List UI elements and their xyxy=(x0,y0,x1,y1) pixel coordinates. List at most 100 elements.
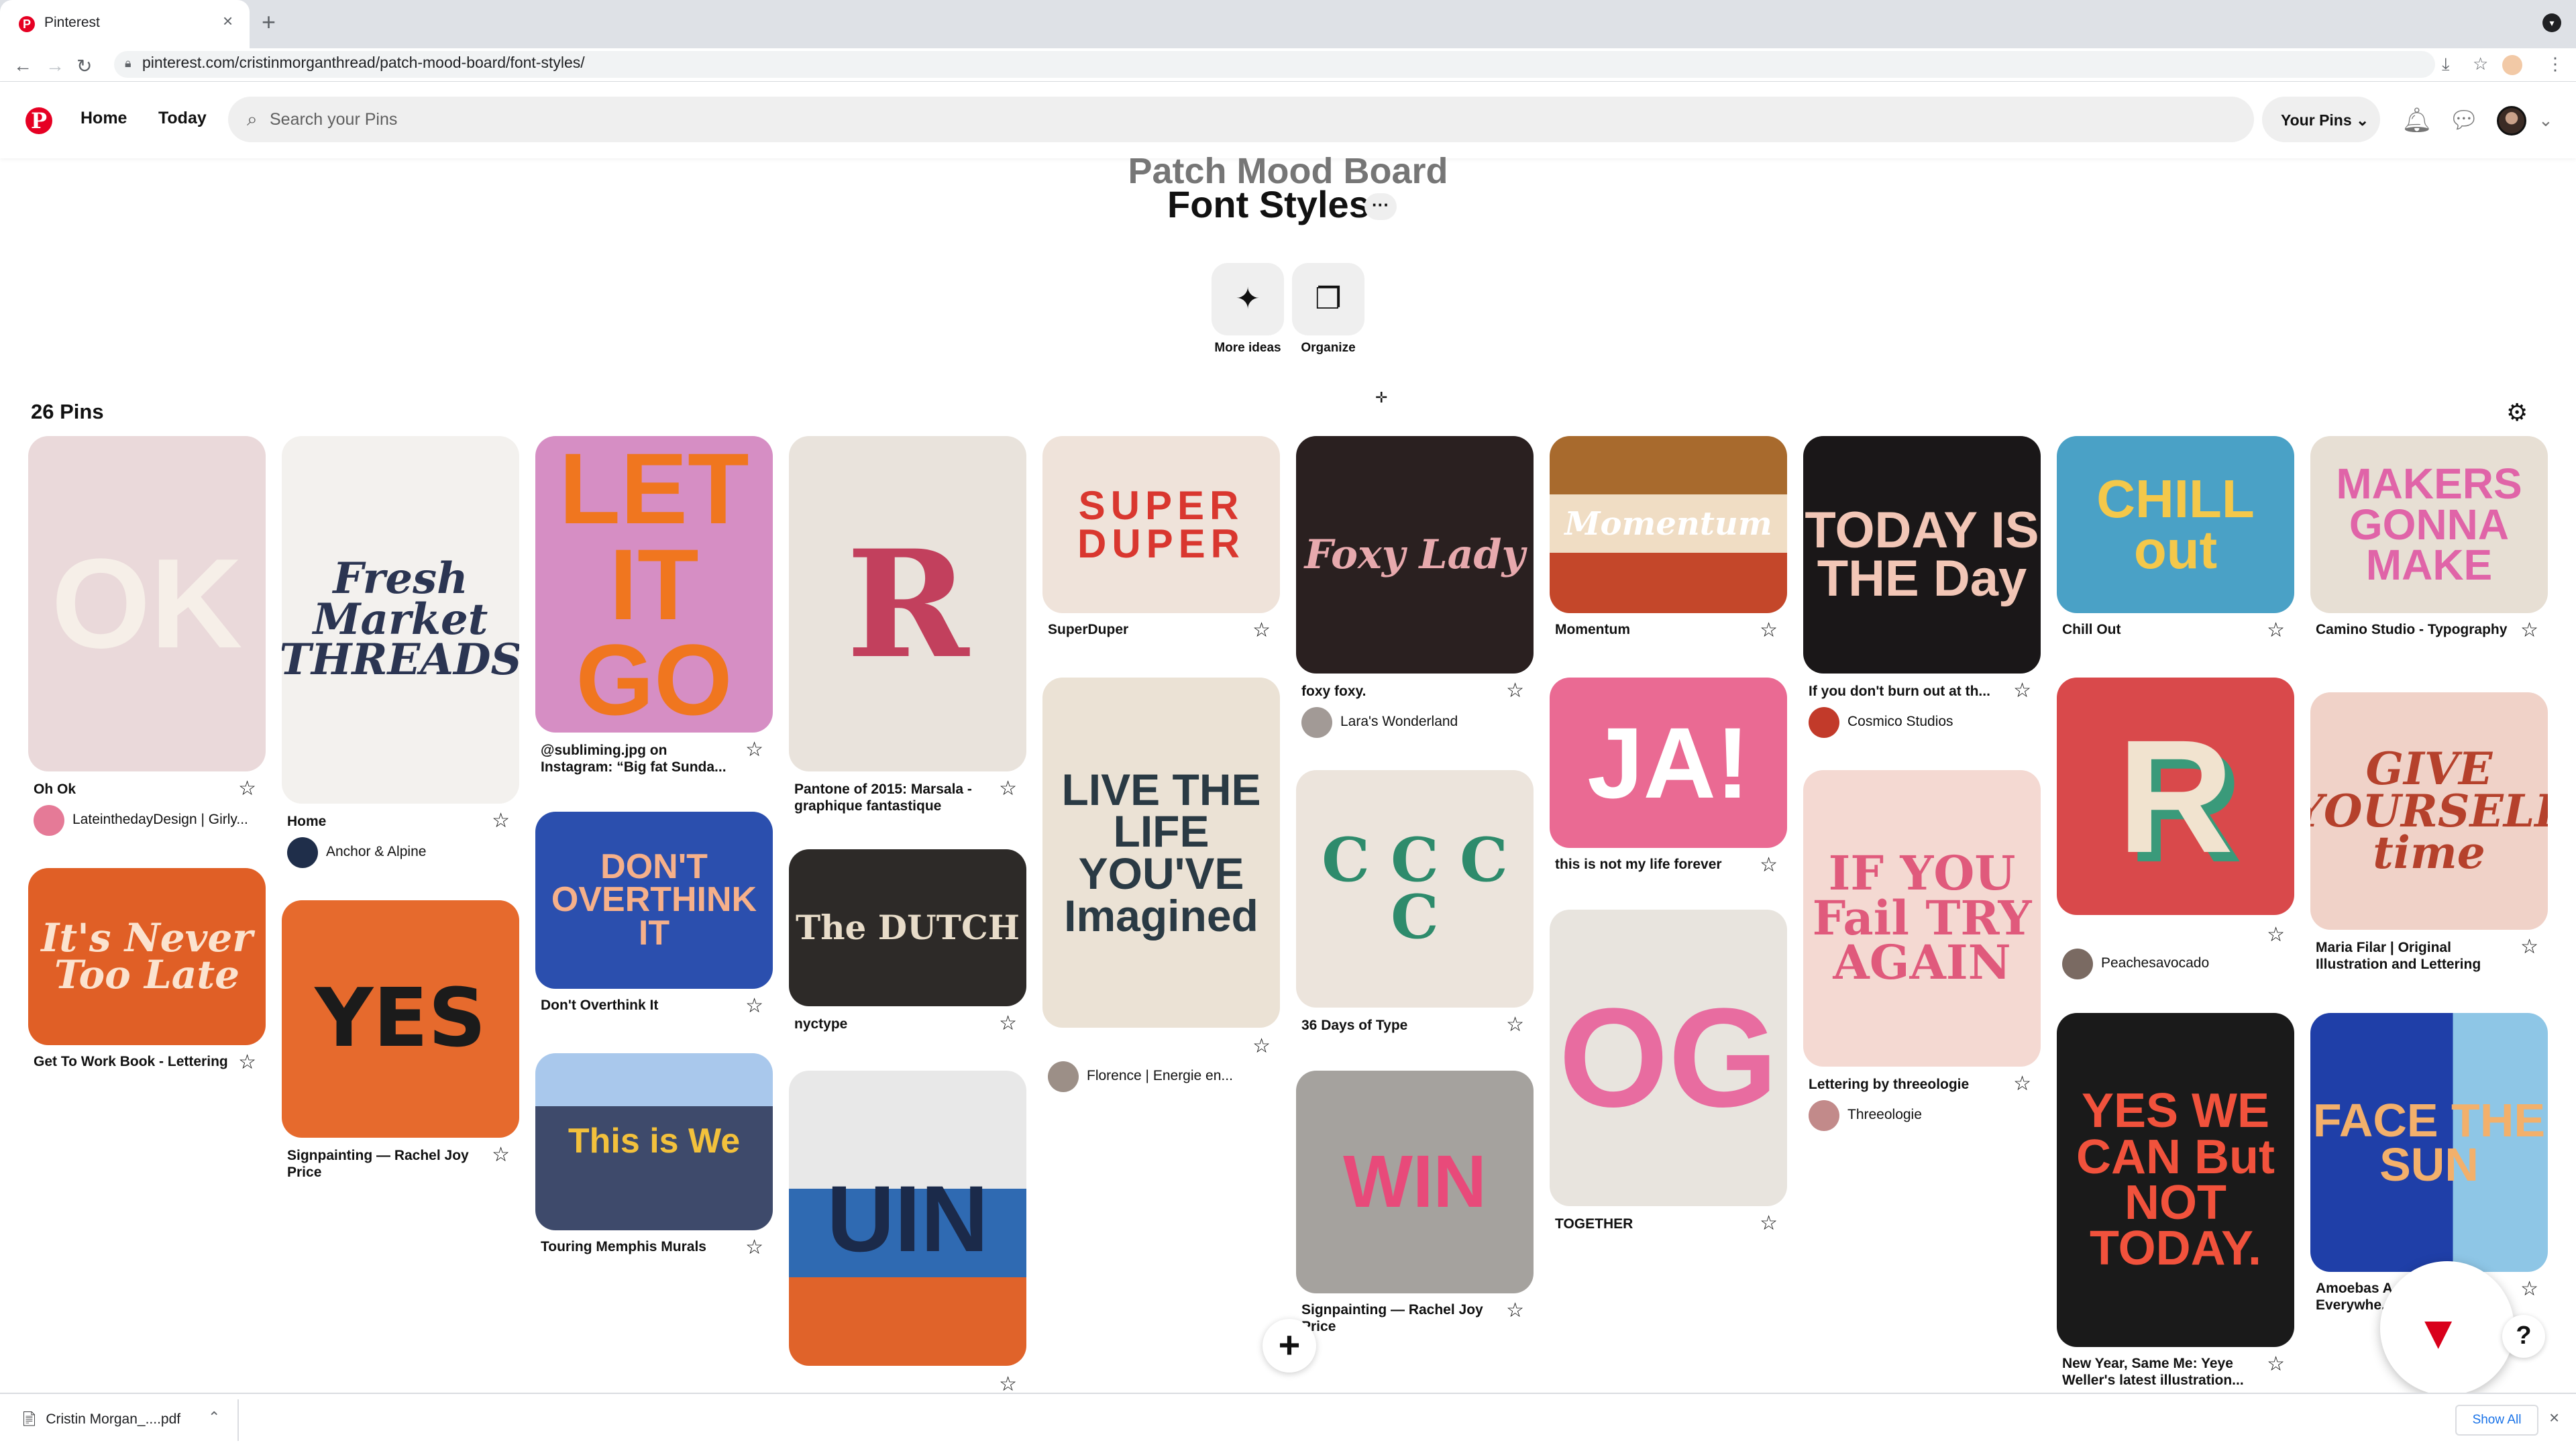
save-star-icon[interactable]: ☆ xyxy=(2267,619,2285,642)
save-star-icon[interactable]: ☆ xyxy=(745,738,763,761)
download-options-chevron-icon[interactable]: ⌃ xyxy=(208,1409,220,1426)
pin-image[interactable]: SUPER DUPER xyxy=(1042,436,1280,613)
organize-button[interactable]: ❐ xyxy=(1292,263,1364,335)
pin-image[interactable]: JA! xyxy=(1550,678,1787,848)
save-star-icon[interactable]: ☆ xyxy=(238,777,256,800)
pin-title[interactable]: Signpainting — Rachel Joy Price xyxy=(287,1147,482,1181)
pin-title[interactable]: Don't Overthink It xyxy=(541,997,735,1014)
browser-tab[interactable]: P Pinterest × xyxy=(0,0,250,48)
pin-title[interactable]: Lettering by threeologie xyxy=(1809,1076,2003,1093)
pin-image[interactable]: LET IT GO xyxy=(535,436,773,733)
author-avatar[interactable] xyxy=(34,805,64,836)
pin-title[interactable]: SuperDuper xyxy=(1048,621,1242,638)
close-tab-icon[interactable]: × xyxy=(223,11,233,32)
back-icon[interactable]: ← xyxy=(13,55,32,76)
pin-title[interactable]: Oh Ok xyxy=(34,781,228,798)
search-input[interactable] xyxy=(268,99,2214,140)
messages-icon[interactable]: 💬︎ xyxy=(2449,106,2479,134)
save-star-icon[interactable]: ☆ xyxy=(238,1051,256,1074)
pin-title[interactable]: Pantone of 2015: Marsala - graphique fan… xyxy=(794,781,989,814)
author-avatar[interactable] xyxy=(1809,707,1839,738)
notifications-bell-icon[interactable]: 🔔︎ xyxy=(2402,106,2432,134)
pin-image[interactable]: LIVE THE LIFE YOU'VE Imagined xyxy=(1042,678,1280,1028)
save-star-icon[interactable]: ☆ xyxy=(1506,1013,1524,1036)
add-pin-button[interactable]: + xyxy=(1263,1319,1316,1373)
pin-title[interactable]: TOGETHER xyxy=(1555,1216,1750,1232)
url-text[interactable]: pinterest.com/cristinmorganthread/patch-… xyxy=(142,54,585,72)
pin-image[interactable]: GIVE YOURSELF time xyxy=(2310,692,2548,930)
author-avatar[interactable] xyxy=(287,837,318,868)
pin-title[interactable]: this is not my life forever xyxy=(1555,856,1750,873)
save-star-icon[interactable]: ☆ xyxy=(999,1012,1017,1035)
pin-author[interactable]: LateinthedayDesign | Girly... xyxy=(72,812,248,828)
save-star-icon[interactable]: ☆ xyxy=(2267,1352,2285,1376)
user-avatar[interactable] xyxy=(2497,106,2526,136)
pin-image[interactable]: Momentum xyxy=(1550,436,1787,613)
pin-author[interactable]: Lara's Wonderland xyxy=(1340,714,1458,730)
pin-image[interactable]: FACE THE SUN xyxy=(2310,1013,2548,1272)
pin-image[interactable]: YES xyxy=(282,900,519,1138)
widget-logo-icon[interactable]: ▼ xyxy=(2415,1305,2461,1359)
author-avatar[interactable] xyxy=(1048,1061,1079,1092)
pin-image[interactable]: IF YOU Fail TRY AGAIN xyxy=(1803,770,2041,1067)
save-star-icon[interactable]: ☆ xyxy=(1252,619,1271,642)
save-star-icon[interactable]: ☆ xyxy=(1506,679,1524,702)
bookmark-star-icon[interactable]: ☆ xyxy=(2473,54,2488,74)
save-star-icon[interactable]: ☆ xyxy=(2267,923,2285,947)
pin-image[interactable]: It's Never Too Late xyxy=(28,868,266,1045)
save-star-icon[interactable]: ☆ xyxy=(2520,1277,2538,1301)
pin-title[interactable]: Chill Out xyxy=(2062,621,2257,638)
pin-image[interactable]: TODAY IS THE Day xyxy=(1803,436,2041,674)
pin-image[interactable]: The DUTCH xyxy=(789,849,1026,1006)
pin-author[interactable]: Peachesavocado xyxy=(2101,955,2209,971)
save-star-icon[interactable]: ☆ xyxy=(2013,1072,2031,1095)
pin-image[interactable]: UIN xyxy=(789,1071,1026,1366)
pin-title[interactable]: foxy foxy. xyxy=(1301,683,1496,700)
pin-image[interactable]: R xyxy=(789,436,1026,771)
save-star-icon[interactable]: ☆ xyxy=(1760,619,1778,642)
pin-title[interactable]: Home xyxy=(287,813,482,830)
help-button[interactable]: ? xyxy=(2502,1315,2545,1358)
pin-author[interactable]: Florence | Energie en... xyxy=(1087,1068,1233,1084)
pin-title[interactable]: New Year, Same Me: Yeye Weller's latest … xyxy=(2062,1355,2257,1389)
pin-image[interactable]: C C C C xyxy=(1296,770,1534,1008)
save-star-icon[interactable]: ☆ xyxy=(1252,1034,1271,1058)
close-download-bar-icon[interactable]: × xyxy=(2549,1407,2559,1428)
save-star-icon[interactable]: ☆ xyxy=(1760,853,1778,877)
pin-image[interactable]: Foxy Lady xyxy=(1296,436,1534,674)
pin-title[interactable]: 36 Days of Type xyxy=(1301,1017,1496,1034)
save-star-icon[interactable]: ☆ xyxy=(1506,1299,1524,1322)
author-avatar[interactable] xyxy=(1809,1100,1839,1131)
forward-icon[interactable]: → xyxy=(46,55,64,76)
install-icon[interactable]: ⤓ xyxy=(2442,54,2450,75)
browser-menu-icon[interactable]: ⋮ xyxy=(2546,54,2564,74)
board-more-options-button[interactable]: ··· xyxy=(1364,193,1397,220)
save-star-icon[interactable]: ☆ xyxy=(2520,619,2538,642)
pin-image[interactable]: This is We xyxy=(535,1053,773,1230)
save-star-icon[interactable]: ☆ xyxy=(999,777,1017,800)
pin-image[interactable]: WIN xyxy=(1296,1071,1534,1293)
pin-author[interactable]: Anchor & Alpine xyxy=(326,844,426,860)
profile-avatar-icon[interactable] xyxy=(2502,55,2522,75)
show-all-button[interactable]: Show All xyxy=(2455,1405,2538,1436)
pin-image[interactable]: CHILL out xyxy=(2057,436,2294,613)
account-chevron-down-icon[interactable]: ⌄ xyxy=(2538,110,2553,131)
pinterest-logo-icon[interactable]: P xyxy=(25,107,52,134)
nav-home[interactable]: Home xyxy=(80,109,127,128)
pin-image[interactable]: DON'T OVERTHINK IT xyxy=(535,812,773,989)
author-avatar[interactable] xyxy=(2062,949,2093,979)
reload-icon[interactable]: ↻ xyxy=(76,55,92,77)
pin-title[interactable]: Camino Studio - Typography xyxy=(2316,621,2510,638)
pin-title[interactable]: @subliming.jpg on Instagram: “Big fat Su… xyxy=(541,742,735,775)
save-star-icon[interactable]: ☆ xyxy=(745,994,763,1018)
save-star-icon[interactable]: ☆ xyxy=(745,1236,763,1259)
pin-title[interactable]: Signpainting — Rachel Joy Price xyxy=(1301,1301,1496,1335)
pin-image[interactable]: YES WE CAN But NOT TODAY. xyxy=(2057,1013,2294,1347)
your-pins-dropdown[interactable]: Your Pins ⌄ xyxy=(2262,97,2380,142)
filter-settings-icon[interactable]: ⚙︎ xyxy=(2506,398,2528,427)
save-star-icon[interactable]: ☆ xyxy=(2013,679,2031,702)
more-ideas-button[interactable]: ✦ xyxy=(1212,263,1284,335)
pin-author[interactable]: Threeologie xyxy=(1847,1107,1922,1123)
pin-image[interactable]: OK xyxy=(28,436,266,771)
pin-title[interactable]: Get To Work Book - Lettering xyxy=(34,1053,228,1070)
